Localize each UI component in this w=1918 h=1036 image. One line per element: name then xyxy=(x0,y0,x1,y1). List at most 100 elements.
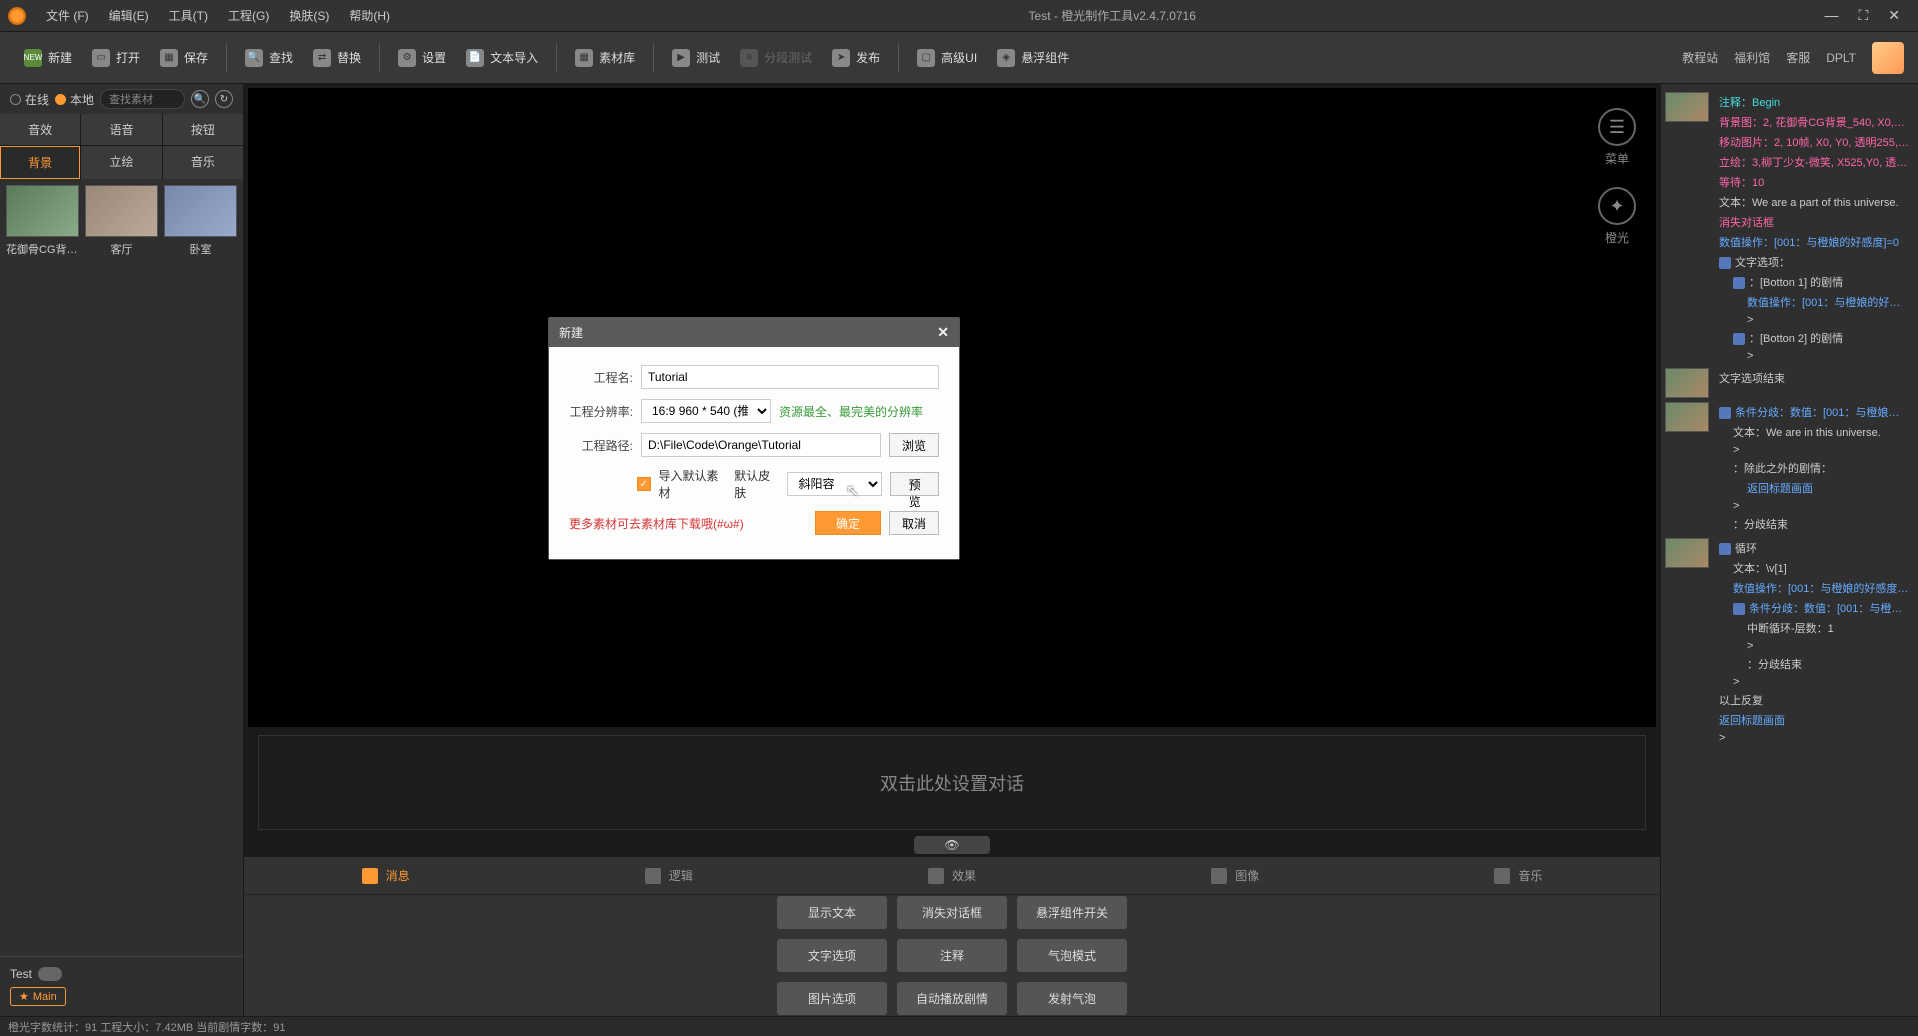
text-import-button[interactable]: 📄文本导入 xyxy=(456,43,548,73)
script-line[interactable]: 背景图：2, 花御骨CG背景_540, X0,Y0, 透明0, xyxy=(1715,112,1914,132)
project-name-input[interactable] xyxy=(641,365,939,389)
preview-eye-button[interactable]: 👁 xyxy=(914,836,990,854)
publish-button[interactable]: ➤发布 xyxy=(822,43,890,73)
script-line[interactable]: > xyxy=(1715,674,1914,690)
script-line[interactable]: 文本：We are a part of this universe. xyxy=(1715,192,1914,212)
test-button[interactable]: ▶测试 xyxy=(662,43,730,73)
stage-orange-button[interactable]: ✦橙光 xyxy=(1598,187,1636,246)
script-line[interactable]: 文字选项结束 xyxy=(1715,368,1914,388)
tab-message[interactable]: 消息 xyxy=(244,857,527,894)
script-line[interactable]: ：[Botton 1] 的剧情 xyxy=(1715,272,1914,292)
script-line[interactable]: 返回标题画面 xyxy=(1715,478,1914,498)
script-line[interactable]: > xyxy=(1715,442,1914,458)
skin-select[interactable]: 斜阳容 xyxy=(787,472,882,496)
tab-music[interactable]: 音乐 xyxy=(163,146,243,179)
script-thumbnail[interactable] xyxy=(1665,402,1709,432)
script-line[interactable]: ：[Botton 2] 的剧情 xyxy=(1715,328,1914,348)
preview-button[interactable]: 预览 xyxy=(890,472,939,496)
script-line[interactable]: 文字选项： xyxy=(1715,252,1914,272)
main-scene-button[interactable]: ★Main xyxy=(10,987,66,1006)
menu-skin[interactable]: 换肤(S) xyxy=(279,7,339,24)
cancel-button[interactable]: 取消 xyxy=(889,511,939,535)
script-line[interactable]: 文本：We are in this universe. xyxy=(1715,422,1914,442)
script-line[interactable]: 等待：10 xyxy=(1715,172,1914,192)
script-line[interactable]: 数值操作：[001：与橙娘的好感度]=0 xyxy=(1715,232,1914,252)
cs-link[interactable]: 客服 xyxy=(1786,49,1810,66)
menu-project[interactable]: 工程(G) xyxy=(218,7,279,24)
script-thumbnail[interactable] xyxy=(1665,92,1709,122)
menu-help[interactable]: 帮助(H) xyxy=(339,7,400,24)
stage-menu-button[interactable]: ☰菜单 xyxy=(1598,108,1636,167)
script-line[interactable]: 条件分歧：数值：[001：与橙娘的好感度] xyxy=(1715,402,1914,422)
search-input[interactable]: 查找素材 xyxy=(100,89,185,109)
resolution-select[interactable]: 16:9 960 * 540 (推荐) xyxy=(641,399,771,423)
refresh-icon[interactable]: ↻ xyxy=(215,90,233,108)
tab-music[interactable]: 音乐 xyxy=(1377,857,1660,894)
save-button[interactable]: ▦保存 xyxy=(150,43,218,73)
action-button[interactable]: 发射气泡 xyxy=(1017,982,1127,1015)
adv-ui-button[interactable]: ▢高级UI xyxy=(907,43,987,73)
new-button[interactable]: NEW新建 xyxy=(14,43,82,73)
script-line[interactable]: 条件分歧：数值：[001：与橙娘的好感 xyxy=(1715,598,1914,618)
menu-file[interactable]: 文件 (F) xyxy=(36,7,99,24)
action-button[interactable]: 悬浮组件开关 xyxy=(1017,896,1127,929)
action-button[interactable]: 气泡模式 xyxy=(1017,939,1127,972)
replace-button[interactable]: ⇄替换 xyxy=(303,43,371,73)
menu-tool[interactable]: 工具(T) xyxy=(159,7,218,24)
script-line[interactable]: 以上反复 xyxy=(1715,690,1914,710)
dplt-link[interactable]: DPLT xyxy=(1826,51,1856,65)
close-icon[interactable]: ✕ xyxy=(1888,7,1900,24)
float-comp-button[interactable]: ◈悬浮组件 xyxy=(987,43,1079,73)
tutorial-link[interactable]: 教程站 xyxy=(1682,49,1718,66)
tab-effect[interactable]: 效果 xyxy=(810,857,1093,894)
avatar[interactable] xyxy=(1872,42,1904,74)
menu-edit[interactable]: 编辑(E) xyxy=(99,7,159,24)
tab-logic[interactable]: 逻辑 xyxy=(527,857,810,894)
script-line[interactable]: 返回标题画面 xyxy=(1715,710,1914,730)
project-path-input[interactable] xyxy=(641,433,881,457)
tab-sprite[interactable]: 立绘 xyxy=(81,146,161,179)
material-lib-button[interactable]: ▦素材库 xyxy=(565,43,645,73)
tab-voice[interactable]: 语音 xyxy=(81,114,161,145)
browse-button[interactable]: 浏览 xyxy=(889,433,939,457)
script-line[interactable]: > xyxy=(1715,312,1914,328)
maximize-icon[interactable]: ⛶ xyxy=(1858,7,1868,24)
script-line[interactable]: > xyxy=(1715,730,1914,746)
welfare-link[interactable]: 福利馆 xyxy=(1734,49,1770,66)
online-radio[interactable]: 在线 xyxy=(10,91,49,108)
script-line[interactable]: 注释：Begin xyxy=(1715,92,1914,112)
action-button[interactable]: 注释 xyxy=(897,939,1007,972)
script-line[interactable]: ：分歧结束 xyxy=(1715,654,1914,674)
asset-item[interactable]: 卧室 xyxy=(164,185,237,261)
action-button[interactable]: 图片选项 xyxy=(777,982,887,1015)
script-line[interactable]: ：分歧结束 xyxy=(1715,514,1914,534)
script-line[interactable]: 数值操作：[001：与橙娘的好感度]+=1 xyxy=(1715,578,1914,598)
import-default-checkbox[interactable]: ✓ xyxy=(637,477,650,491)
script-line[interactable]: ：除此之外的剧情： xyxy=(1715,458,1914,478)
script-line[interactable]: > xyxy=(1715,498,1914,514)
tab-sfx[interactable]: 音效 xyxy=(0,114,80,145)
script-thumbnail[interactable] xyxy=(1665,538,1709,568)
tab-image[interactable]: 图像 xyxy=(1094,857,1377,894)
dialog-close-icon[interactable]: ✕ xyxy=(937,324,949,341)
minimize-icon[interactable]: — xyxy=(1824,7,1838,24)
action-button[interactable]: 显示文本 xyxy=(777,896,887,929)
script-line[interactable]: 消失对话框 xyxy=(1715,212,1914,232)
script-line[interactable]: > xyxy=(1715,348,1914,364)
tab-button[interactable]: 按钮 xyxy=(163,114,243,145)
seg-test-button[interactable]: ≡分段测试 xyxy=(730,43,822,73)
proj-toggle[interactable] xyxy=(38,967,62,981)
script-line[interactable]: > xyxy=(1715,638,1914,654)
asset-item[interactable]: 客厅 xyxy=(85,185,158,261)
tab-bg[interactable]: 背景 xyxy=(0,146,80,179)
asset-item[interactable]: 花御骨CG背景... xyxy=(6,185,79,261)
action-button[interactable]: 消失对话框 xyxy=(897,896,1007,929)
script-line[interactable]: 循环 xyxy=(1715,538,1914,558)
script-panel[interactable]: 注释：Begin背景图：2, 花御骨CG背景_540, X0,Y0, 透明0,移… xyxy=(1660,84,1918,1016)
script-line[interactable]: 文本：\v[1] xyxy=(1715,558,1914,578)
open-button[interactable]: ▭打开 xyxy=(82,43,150,73)
script-line[interactable]: 立绘：3,柳丁少女-微笑, X525,Y0, 透明255, 10 xyxy=(1715,152,1914,172)
dialogue-box[interactable]: 双击此处设置对话 xyxy=(258,735,1646,830)
script-line[interactable]: 中断循环-层数：1 xyxy=(1715,618,1914,638)
dialog-titlebar[interactable]: 新建 ✕ xyxy=(549,318,959,347)
